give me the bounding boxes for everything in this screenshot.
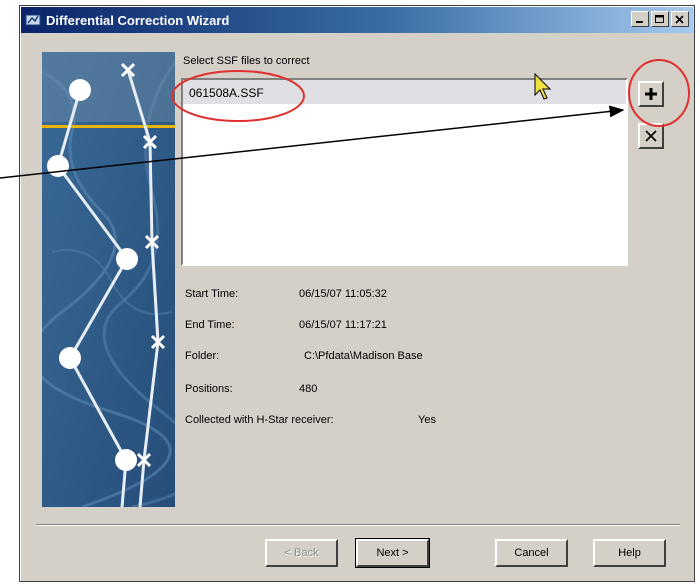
cancel-button[interactable]: Cancel (495, 539, 568, 567)
minimize-icon (636, 20, 643, 23)
minimize-button[interactable] (631, 11, 649, 27)
app-icon (25, 14, 41, 26)
end-time-value: 06/15/07 11:17:21 (299, 319, 387, 331)
remove-file-button[interactable] (638, 123, 664, 149)
start-time-value: 06/15/07 11:05:32 (299, 288, 387, 300)
select-files-label: Select SSF files to correct (183, 55, 310, 67)
close-icon (645, 130, 657, 142)
folder-label: Folder: (185, 350, 220, 362)
positions-value: 480 (299, 383, 318, 395)
plus-icon (645, 88, 657, 100)
close-icon (675, 14, 684, 24)
button-separator (36, 524, 680, 526)
add-file-button[interactable] (638, 81, 664, 107)
folder-value: C:\Pfdata\Madison Base (304, 350, 423, 362)
end-time-label: End Time: (185, 319, 235, 331)
hstar-value: Yes (418, 414, 436, 426)
positions-label: Positions: (185, 383, 233, 395)
close-window-button[interactable] (671, 11, 689, 27)
maximize-icon (655, 14, 664, 23)
hstar-label: Collected with H-Star receiver: (185, 414, 334, 426)
wizard-side-image (42, 52, 175, 507)
help-button[interactable]: Help (593, 539, 666, 567)
start-time-label: Start Time: (185, 288, 239, 300)
maximize-button[interactable] (651, 11, 669, 27)
title-bar[interactable]: Differential Correction Wizard (21, 7, 693, 33)
list-item[interactable]: 061508A.SSF (183, 80, 626, 104)
ssf-file-list[interactable]: 061508A.SSF (181, 78, 628, 266)
back-button[interactable]: < Back (265, 539, 338, 567)
wizard-window: Differential Correction Wizard Select SS… (19, 5, 695, 582)
next-button[interactable]: Next > (355, 538, 430, 568)
window-title: Differential Correction Wizard (46, 12, 230, 28)
